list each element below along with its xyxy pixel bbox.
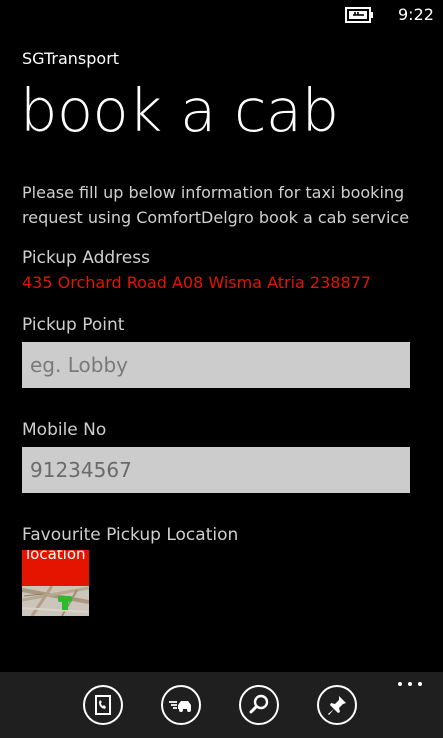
status-bar: 9:22 bbox=[0, 0, 443, 30]
favourite-tile-label: location bbox=[26, 550, 86, 563]
pickup-point-label: Pickup Point bbox=[22, 315, 125, 335]
pin-button[interactable] bbox=[317, 685, 357, 725]
pin-icon bbox=[328, 696, 346, 715]
pickup-address-value[interactable]: 435 Orchard Road A08 Wisma Atria 238877 bbox=[22, 273, 371, 292]
description-text: Please fill up below information for tax… bbox=[22, 183, 410, 227]
mobile-label: Mobile No bbox=[22, 420, 107, 440]
battery-charging-icon bbox=[345, 7, 373, 23]
page-title: book a cab bbox=[20, 76, 339, 145]
pickup-point-input[interactable] bbox=[22, 342, 410, 388]
more-options-icon[interactable] bbox=[395, 676, 425, 692]
search-button[interactable] bbox=[239, 685, 279, 725]
taxi-icon bbox=[169, 701, 191, 712]
clock: 9:22 bbox=[398, 5, 434, 24]
phone-book-button[interactable] bbox=[83, 685, 123, 725]
taxi-button[interactable] bbox=[161, 685, 201, 725]
mobile-input[interactable] bbox=[22, 447, 410, 493]
pickup-address-label: Pickup Address bbox=[22, 248, 150, 268]
favourite-location-tile[interactable]: location bbox=[22, 550, 89, 616]
favourite-label: Favourite Pickup Location bbox=[22, 525, 239, 545]
search-icon bbox=[249, 694, 269, 714]
application-bar bbox=[0, 672, 443, 738]
phone-book-icon bbox=[95, 695, 111, 715]
green-pin-icon bbox=[58, 596, 72, 610]
app-name: SGTransport bbox=[22, 49, 120, 68]
